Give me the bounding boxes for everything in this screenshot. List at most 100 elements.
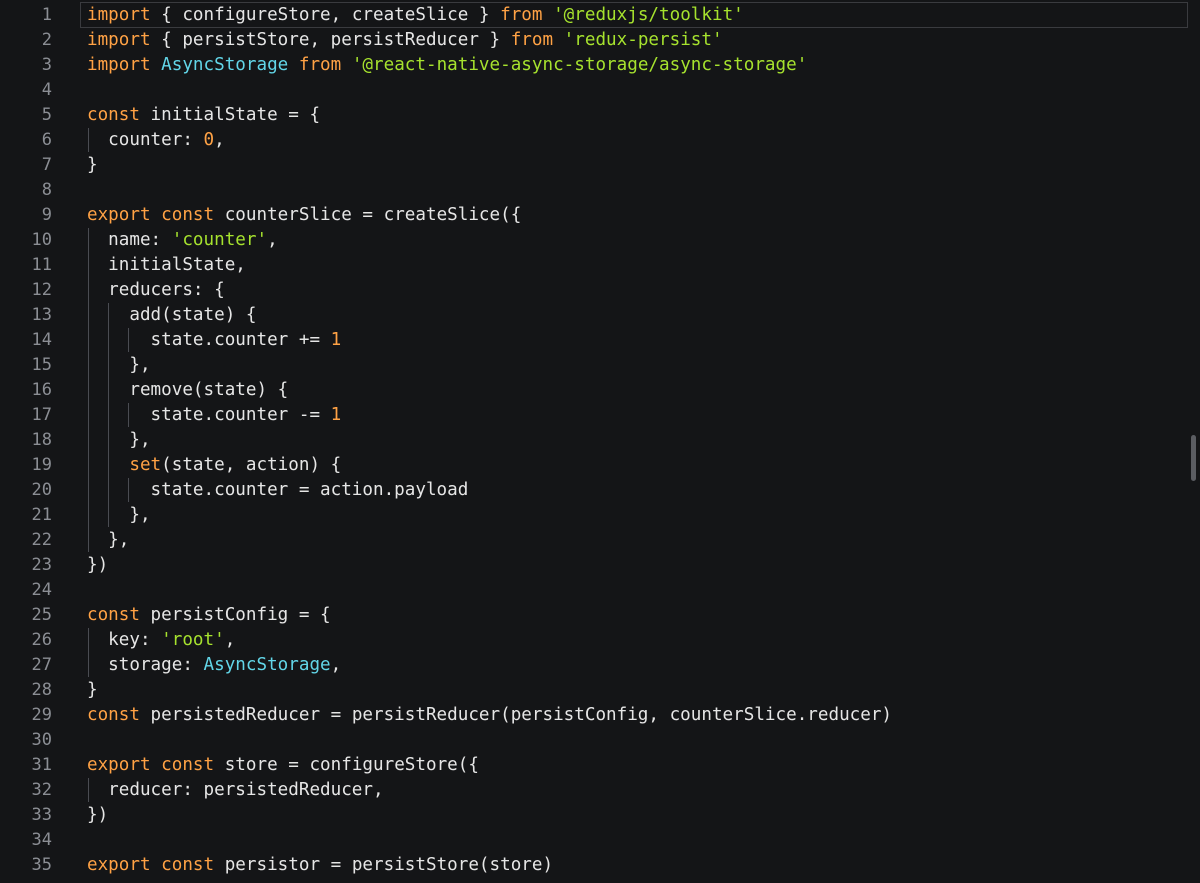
code-line[interactable]: initialState, — [87, 253, 246, 278]
code-token-plain: storage: — [87, 654, 204, 675]
code-line[interactable]: }, — [87, 428, 150, 453]
line-number: 15 — [31, 354, 52, 375]
code-token-plain: remove(state) { — [87, 379, 289, 400]
code-token-string: 'counter' — [171, 229, 268, 250]
indent-guide — [88, 128, 89, 152]
code-line[interactable]: const initialState = { — [87, 103, 320, 128]
code-line[interactable]: export const persistor = persistStore(st… — [87, 853, 553, 878]
code-line[interactable]: } — [87, 678, 98, 703]
code-line[interactable]: }, — [87, 528, 129, 553]
line-number: 23 — [31, 554, 52, 575]
line-number: 16 — [31, 379, 52, 400]
code-token-keyword: const — [87, 704, 140, 725]
code-line[interactable]: }, — [87, 353, 151, 378]
code-line[interactable]: import { persistStore, persistReducer } … — [87, 28, 723, 53]
indent-guide — [128, 403, 129, 427]
vertical-scrollbar-thumb[interactable] — [1191, 435, 1196, 481]
indent-guide — [88, 628, 89, 677]
code-token-keyword: const — [161, 204, 215, 225]
code-line[interactable]: import AsyncStorage from '@react-native-… — [87, 53, 807, 78]
code-token-keyword: from — [510, 29, 554, 50]
code-token-keyword: set — [129, 454, 162, 475]
code-token-plain: (state, action) { — [161, 454, 342, 475]
code-line[interactable]: counter: 0, — [87, 128, 225, 153]
code-token-string: 'redux-persist' — [563, 29, 723, 50]
line-number: 20 — [31, 479, 52, 500]
code-token-plain: , — [267, 229, 278, 250]
line-number: 35 — [31, 854, 52, 875]
code-token-plain: { persistStore, persistReducer } — [150, 29, 511, 50]
code-token-keyword: import — [87, 29, 151, 50]
line-number: 19 — [31, 454, 52, 475]
code-token-plain: } — [87, 154, 98, 175]
code-token-plain: reducer: persistedReducer, — [87, 779, 384, 800]
code-token-plain: persistConfig = { — [139, 604, 331, 625]
code-token-plain: , — [224, 629, 236, 650]
line-number: 28 — [31, 679, 52, 700]
code-line[interactable]: set(state, action) { — [87, 453, 341, 478]
code-token-plain: persistor = persistStore(store) — [214, 854, 554, 875]
code-token-plain: , — [214, 129, 225, 150]
code-token-plain: reducers: { — [87, 279, 225, 300]
code-token-plain: initialState = { — [139, 104, 321, 125]
code-token-plain: }, — [87, 354, 151, 375]
code-token-number: 1 — [330, 329, 342, 350]
code-line[interactable]: state.counter -= 1 — [87, 403, 342, 428]
code-token-number: 0 — [203, 129, 215, 150]
code-line[interactable]: name: 'counter', — [87, 228, 278, 253]
line-number: 32 — [31, 779, 52, 800]
code-token-number: 1 — [330, 404, 342, 425]
line-number: 10 — [31, 229, 52, 250]
code-token-plain: , — [330, 654, 342, 675]
code-line[interactable]: add(state) { — [87, 303, 256, 328]
line-number: 4 — [41, 79, 52, 100]
code-line[interactable]: reducer: persistedReducer, — [87, 778, 384, 803]
code-line[interactable]: state.counter += 1 — [87, 328, 342, 353]
code-token-string: 'root' — [161, 629, 225, 650]
code-line[interactable]: }, — [87, 503, 151, 528]
line-number: 33 — [31, 804, 52, 825]
line-number: 18 — [31, 429, 52, 450]
code-line[interactable]: key: 'root', — [87, 628, 235, 653]
code-token-keyword: export — [87, 754, 151, 775]
code-token-keyword: import — [87, 54, 151, 75]
indent-guide — [108, 303, 109, 527]
code-token-plain: store = configureStore({ — [214, 754, 479, 775]
code-token-plain: state.counter += — [87, 329, 331, 350]
code-line[interactable]: storage: AsyncStorage, — [87, 653, 341, 678]
code-token-plain: }) — [87, 804, 109, 825]
code-token-keyword: export — [87, 204, 151, 225]
code-token-keyword: from — [500, 4, 543, 25]
code-line[interactable]: remove(state) { — [87, 378, 288, 403]
code-token-plain: persistedReducer = persistReducer(persis… — [139, 704, 893, 725]
code-line[interactable]: }) — [87, 803, 108, 828]
indent-guide — [128, 328, 129, 352]
code-line[interactable]: } — [87, 153, 98, 178]
code-line[interactable]: const persistedReducer = persistReducer(… — [87, 703, 892, 728]
code-token-plain: }, — [87, 504, 151, 525]
line-number: 3 — [41, 54, 52, 75]
code-line[interactable]: const persistConfig = { — [87, 603, 331, 628]
indent-guide — [88, 228, 89, 552]
code-line[interactable]: export const store = configureStore({ — [87, 753, 479, 778]
code-token-plain: initialState, — [87, 254, 246, 275]
code-line[interactable]: import { configureStore, createSlice } f… — [87, 3, 744, 28]
code-line[interactable]: }) — [87, 553, 108, 578]
code-token-keyword: const — [161, 854, 215, 875]
code-line[interactable]: export const counterSlice = createSlice(… — [87, 203, 521, 228]
line-number: 13 — [31, 304, 52, 325]
line-number: 17 — [31, 404, 52, 425]
code-line[interactable]: reducers: { — [87, 278, 225, 303]
line-number: 2 — [41, 29, 52, 50]
code-line[interactable]: state.counter = action.payload — [87, 478, 469, 503]
code-token-keyword: from — [298, 54, 342, 75]
code-token-plain: name: — [87, 229, 172, 250]
code-token-plain: add(state) { — [87, 304, 257, 325]
line-number: 14 — [31, 329, 52, 350]
code-editor[interactable]: 1 2 3 4 5 6 7 8 9 10 11 12 13 14 15 16 17 18 19 20 21 22 23 24 2… — [0, 0, 1200, 883]
code-token-plain: { configureStore, createSlice } — [150, 4, 501, 25]
